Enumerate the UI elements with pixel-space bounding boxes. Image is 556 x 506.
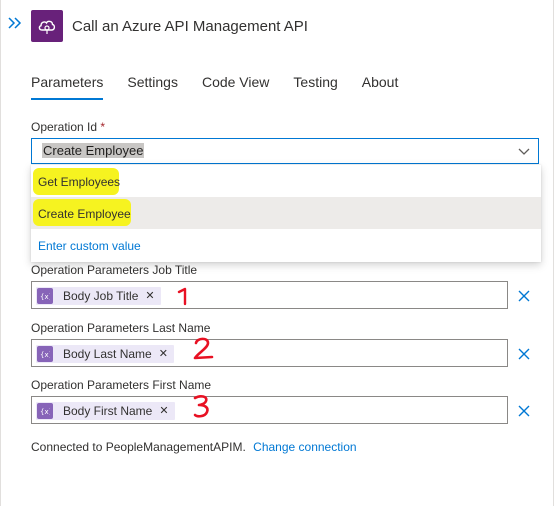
annotation-number-3: [193, 395, 209, 418]
last-name-label: Operation Parameters Last Name: [31, 321, 211, 335]
token-label: Body Last Name: [63, 347, 152, 361]
action-title: Call an Azure API Management API: [72, 18, 308, 35]
api-management-cloud-icon: [31, 10, 63, 42]
expression-icon: {x}: [37, 403, 53, 419]
token-label: Body First Name: [63, 404, 153, 418]
annotation-number-1: [177, 287, 187, 306]
dynamic-content-token: {x} Body Last Name ✕: [36, 345, 174, 363]
tab-code-view[interactable]: Code View: [202, 74, 269, 100]
expression-icon: {x}: [37, 346, 53, 362]
change-connection-link[interactable]: Change connection: [253, 440, 356, 454]
annotation-number-2: [193, 337, 214, 360]
operation-id-label-text: Operation Id: [31, 120, 98, 134]
card-border: [553, 0, 554, 506]
tab-bar: Parameters Settings Code View Testing Ab…: [31, 74, 422, 100]
option-label: Get Employees: [38, 175, 121, 189]
svg-text:{x}: {x}: [40, 408, 50, 415]
connection-info: Connected to PeopleManagementAPIM. Chang…: [31, 440, 357, 454]
clear-field-icon[interactable]: [517, 289, 531, 303]
chevron-down-icon: [518, 148, 530, 155]
dynamic-content-token: {x} Body Job Title ✕: [36, 287, 161, 305]
operation-id-dropdown[interactable]: Create Employee: [31, 138, 539, 164]
expression-icon: {x}: [37, 288, 53, 304]
tab-parameters[interactable]: Parameters: [31, 74, 104, 100]
svg-text:{x}: {x}: [40, 351, 50, 358]
job-title-label: Operation Parameters Job Title: [31, 263, 198, 277]
option-enter-custom-value[interactable]: Enter custom value: [31, 229, 541, 261]
token-label: Body Job Title: [63, 289, 139, 303]
remove-token-icon[interactable]: ✕: [159, 405, 168, 417]
double-chevron-right-icon[interactable]: [8, 17, 24, 33]
operation-options-list: Get Employees Create Employee Enter cust…: [31, 165, 541, 262]
remove-token-icon[interactable]: ✕: [159, 348, 168, 360]
tab-settings[interactable]: Settings: [127, 74, 178, 100]
option-label: Enter custom value: [38, 239, 141, 253]
job-title-input[interactable]: {x} Body Job Title ✕: [31, 281, 508, 309]
operation-id-label: Operation Id *: [31, 120, 105, 134]
clear-field-icon[interactable]: [517, 347, 531, 361]
option-create-employee[interactable]: Create Employee: [31, 197, 541, 229]
last-name-input[interactable]: {x} Body Last Name ✕: [31, 339, 508, 367]
operation-id-value: Create Employee: [42, 143, 145, 158]
first-name-input[interactable]: {x} Body First Name ✕: [31, 396, 508, 424]
remove-token-icon[interactable]: ✕: [145, 290, 154, 302]
option-get-employees[interactable]: Get Employees: [31, 165, 541, 197]
first-name-label: Operation Parameters First Name: [31, 378, 212, 392]
option-label: Create Employee: [38, 207, 131, 221]
svg-text:{x}: {x}: [40, 293, 50, 300]
clear-field-icon[interactable]: [517, 404, 531, 418]
required-mark: *: [100, 120, 106, 134]
connection-text: Connected to PeopleManagementAPIM.: [31, 440, 246, 454]
tab-about[interactable]: About: [362, 74, 399, 100]
dynamic-content-token: {x} Body First Name ✕: [36, 402, 175, 420]
tab-testing[interactable]: Testing: [293, 74, 337, 100]
